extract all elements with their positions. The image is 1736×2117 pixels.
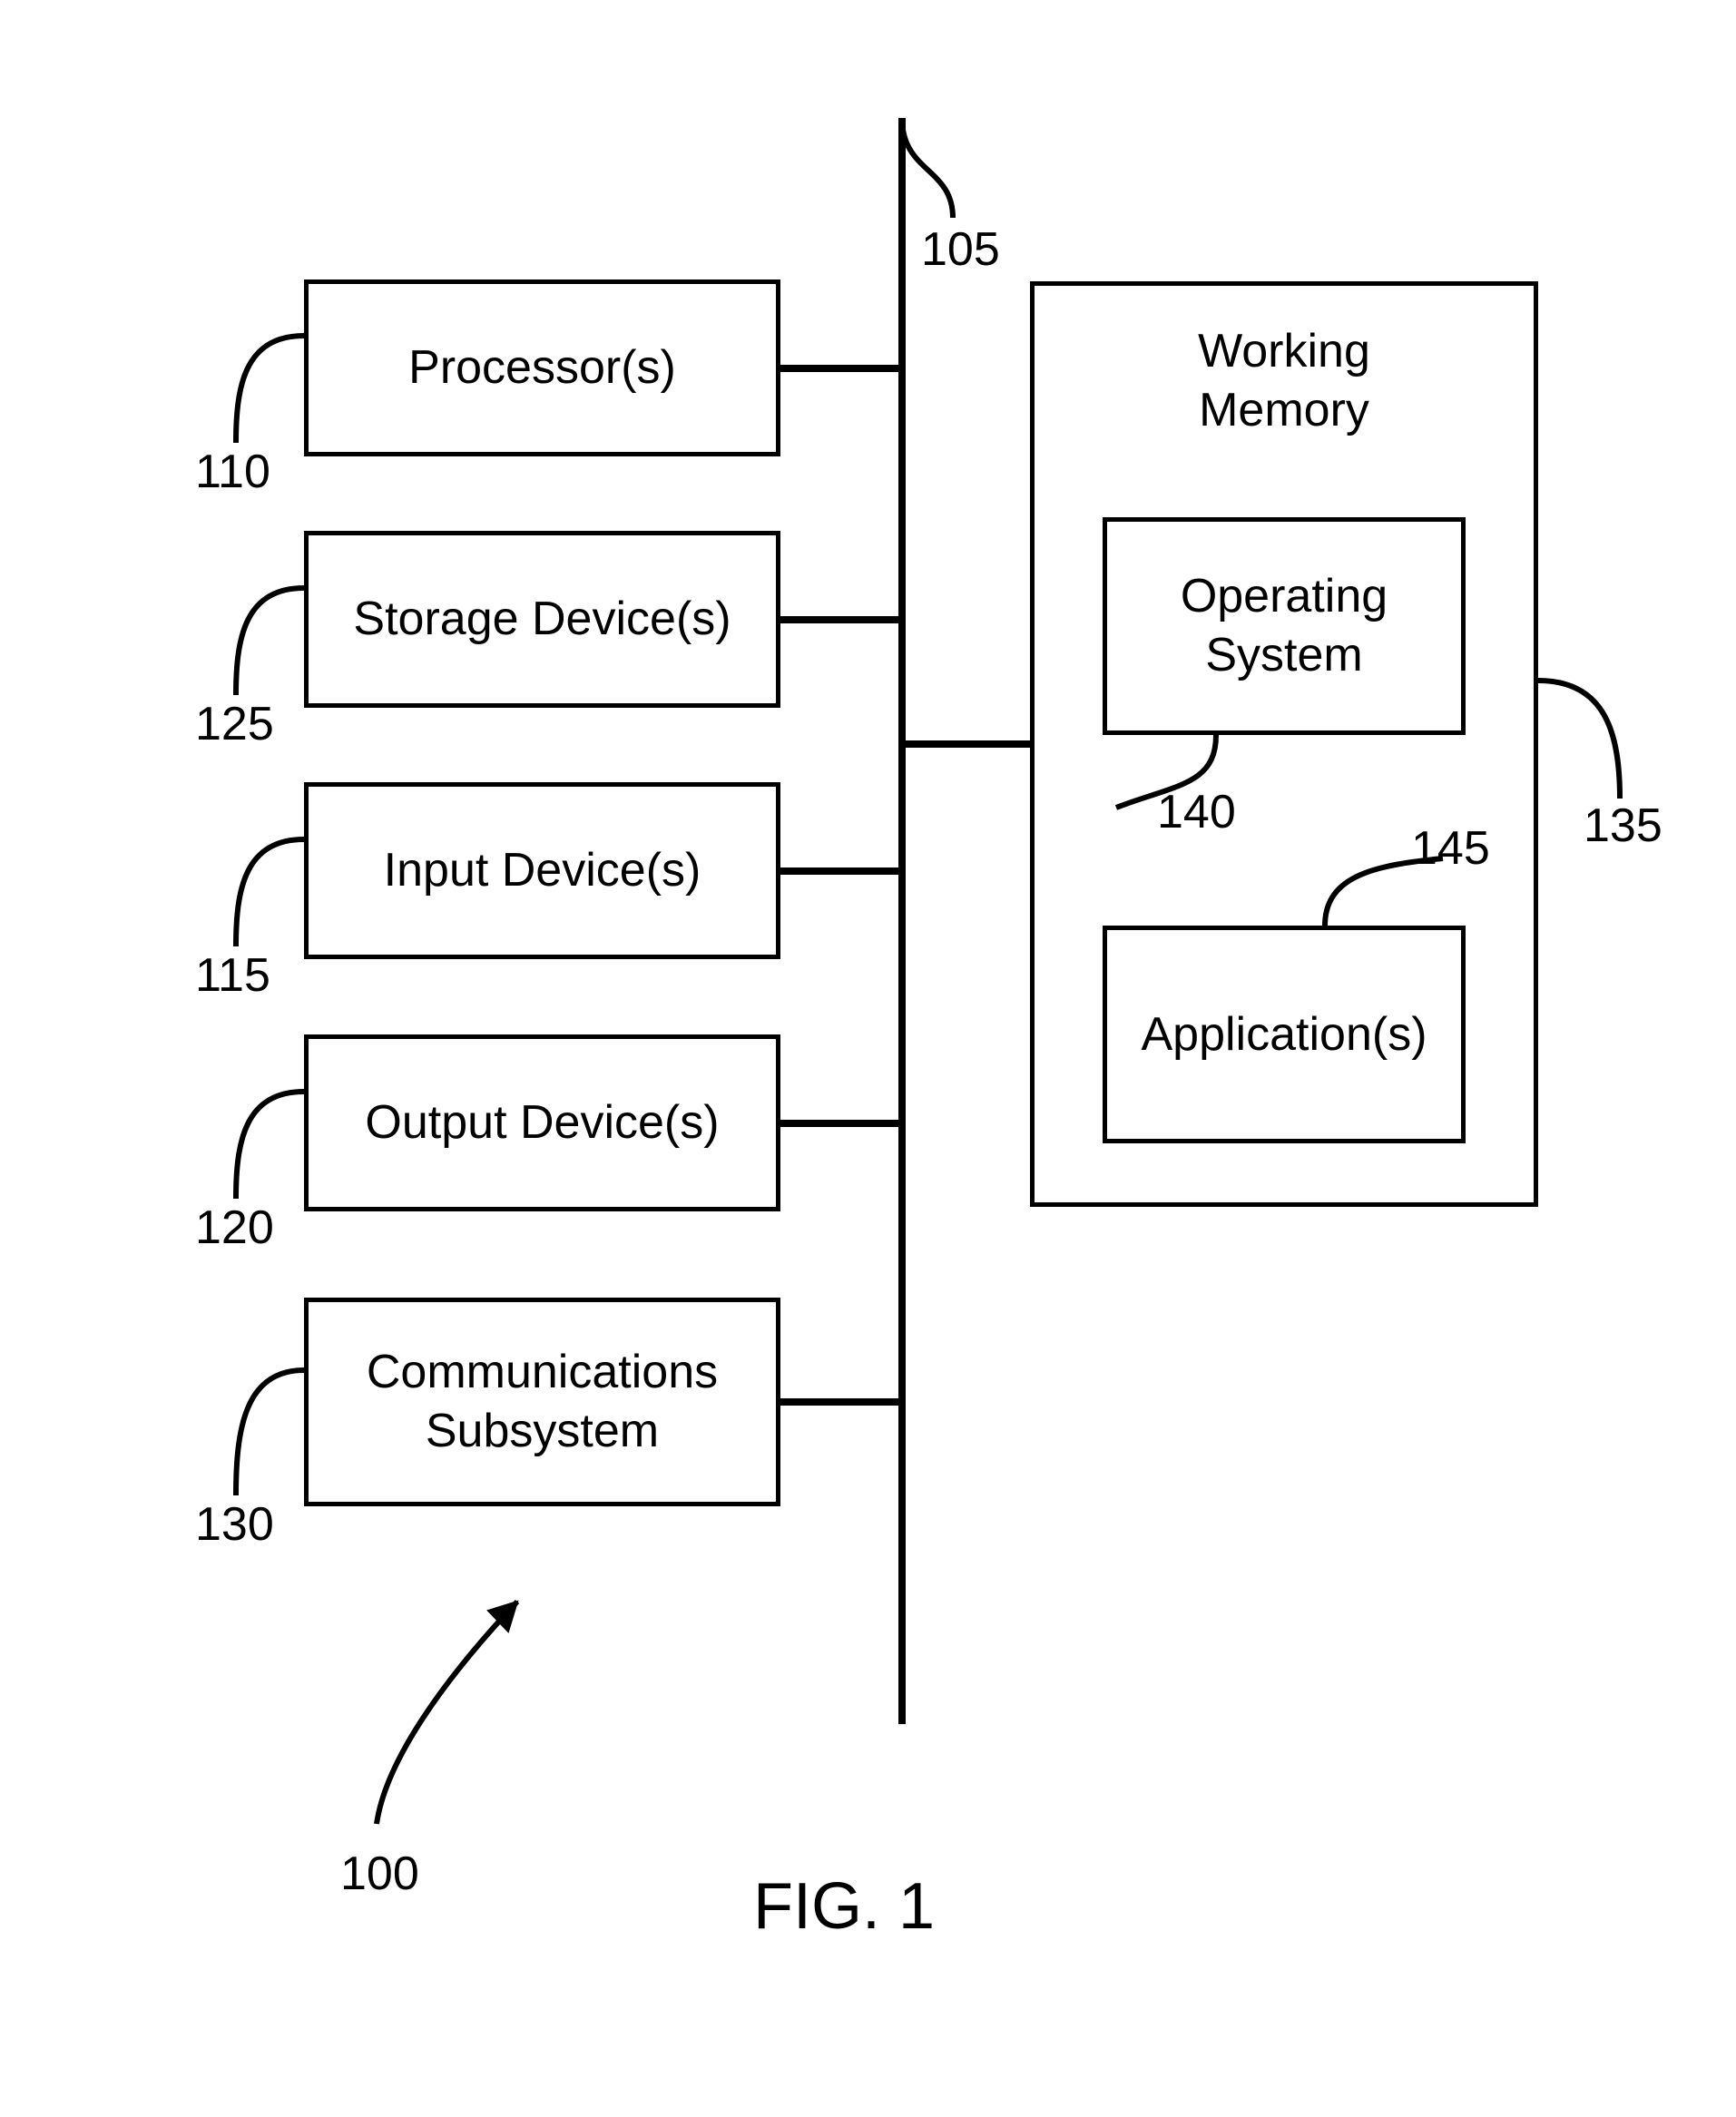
box-processor: Processor(s) <box>304 279 780 456</box>
ref-145: 145 <box>1411 821 1490 876</box>
leader-110 <box>186 336 313 463</box>
connector-output <box>780 1120 902 1127</box>
box-storage: Storage Device(s) <box>304 531 780 708</box>
ref-130: 130 <box>195 1497 274 1552</box>
connector-working-memory <box>902 740 1031 748</box>
ref-140: 140 <box>1157 785 1236 839</box>
leader-130 <box>186 1370 313 1515</box>
ref-125: 125 <box>195 697 274 751</box>
box-comms-label: Communications Subsystem <box>367 1343 718 1461</box>
connector-comms <box>780 1398 902 1406</box>
ref-135: 135 <box>1584 799 1662 853</box>
leader-105 <box>817 118 998 236</box>
box-processor-label: Processor(s) <box>408 338 676 397</box>
bus-line <box>898 118 906 1724</box>
connector-storage <box>780 616 902 623</box>
ref-110: 110 <box>195 445 270 499</box>
box-output-label: Output Device(s) <box>365 1093 719 1152</box>
leader-120 <box>186 1092 313 1219</box>
leader-125 <box>186 588 313 715</box>
box-working-memory-label: Working Memory <box>1198 322 1370 440</box>
box-comms: Communications Subsystem <box>304 1298 780 1506</box>
box-input: Input Device(s) <box>304 782 780 959</box>
connector-input <box>780 867 902 875</box>
ref-115: 115 <box>195 948 270 1003</box>
figure-canvas: Processor(s) Storage Device(s) Input Dev… <box>0 0 1736 2117</box>
leader-100-arrow <box>336 1579 563 1833</box>
figure-label: FIG. 1 <box>753 1869 935 1944</box>
connector-processor <box>780 365 902 372</box>
ref-100: 100 <box>340 1847 419 1901</box>
box-input-label: Input Device(s) <box>384 841 701 900</box>
leader-135 <box>1534 681 1670 817</box>
ref-105: 105 <box>921 222 1000 277</box>
box-apps-label: Application(s) <box>1141 1005 1427 1064</box>
box-os: Operating System <box>1103 517 1466 735</box>
ref-120: 120 <box>195 1201 274 1255</box>
box-output: Output Device(s) <box>304 1034 780 1211</box>
box-storage-label: Storage Device(s) <box>353 590 731 649</box>
box-apps: Application(s) <box>1103 926 1466 1143</box>
leader-115 <box>186 839 313 966</box>
box-os-label: Operating System <box>1181 567 1388 685</box>
